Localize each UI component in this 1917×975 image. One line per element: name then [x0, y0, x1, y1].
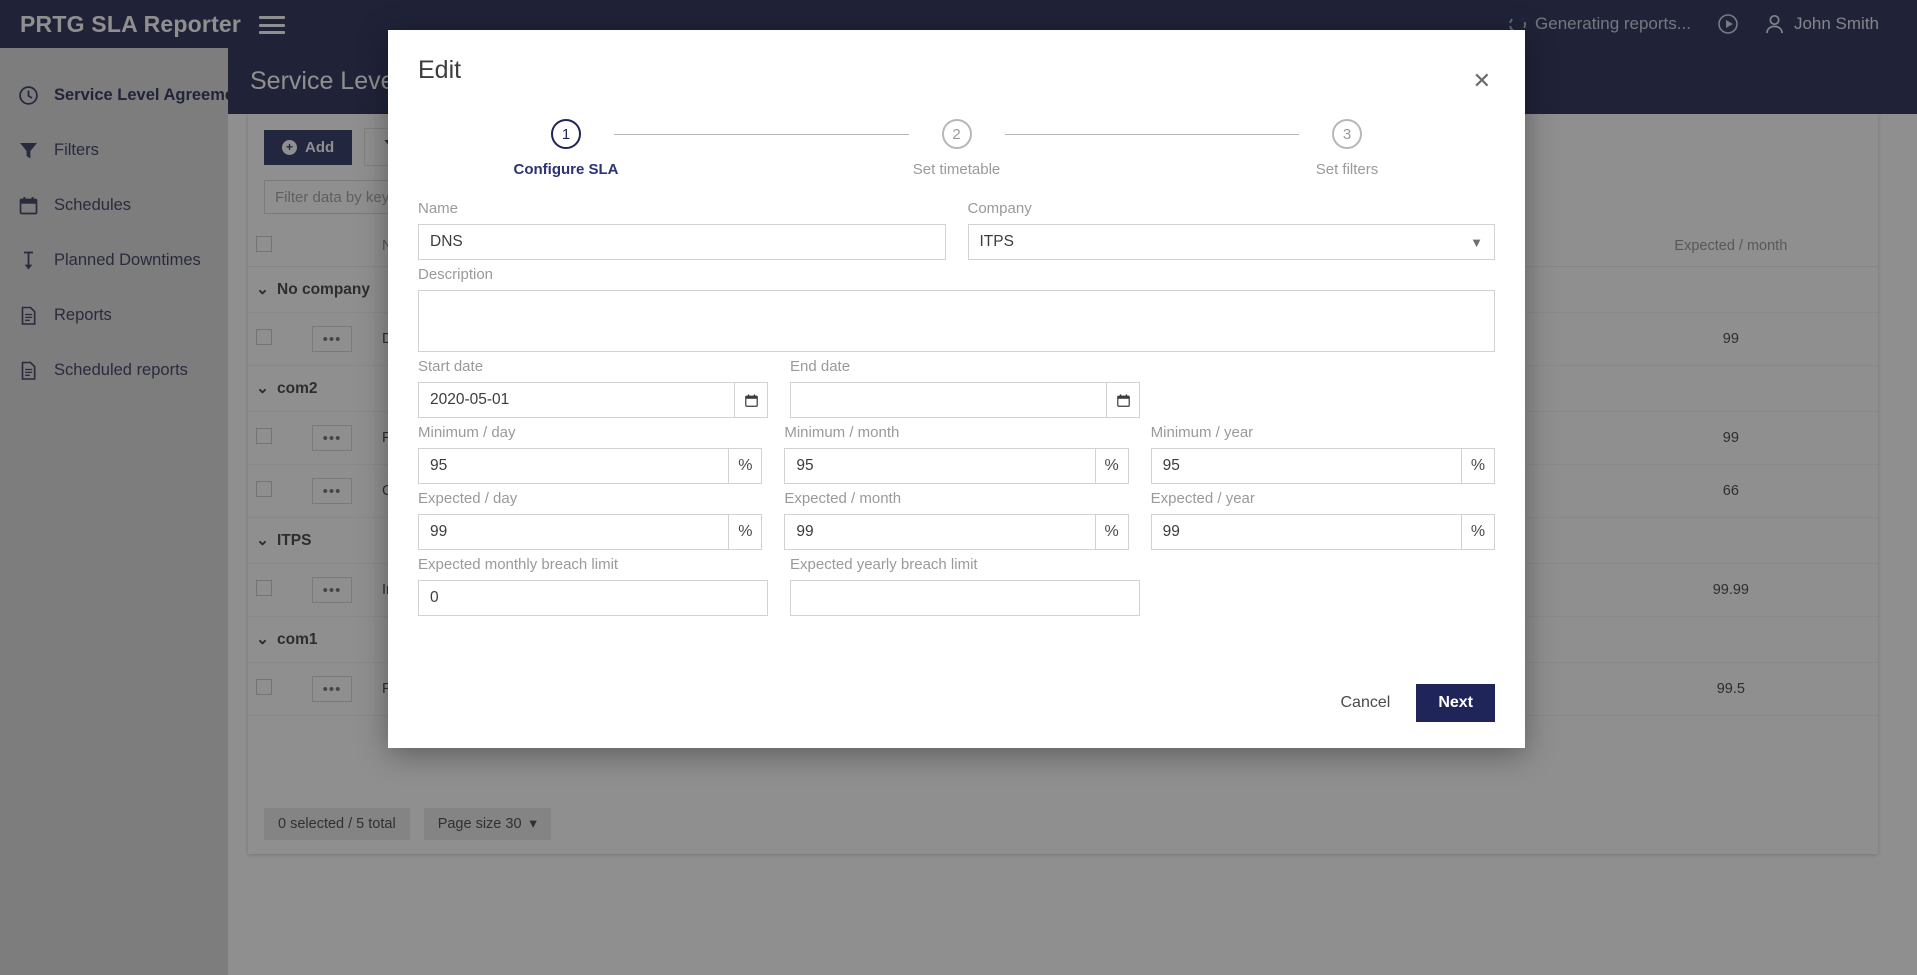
minimum-month-group: %: [784, 448, 1129, 484]
wizard-step-configure-sla[interactable]: 1 Configure SLA: [514, 119, 619, 178]
minimum-day-input[interactable]: [418, 448, 729, 484]
field-expected-month: Expected / month %: [784, 490, 1129, 550]
expected-day-label: Expected / day: [418, 490, 518, 507]
percent-icon: %: [728, 448, 763, 484]
field-description: Description: [418, 266, 1495, 352]
expected-month-group: %: [784, 514, 1129, 550]
start-date-group: [418, 382, 768, 418]
form-row-dates: Start date End date: [418, 358, 1495, 418]
yearly-breach-label: Expected yearly breach limit: [790, 556, 978, 573]
percent-icon: %: [1460, 514, 1495, 550]
modal-actions: Cancel Next: [1341, 684, 1495, 722]
name-label: Name: [418, 200, 459, 217]
expected-year-input[interactable]: [1150, 514, 1461, 550]
minimum-year-input[interactable]: [1150, 448, 1461, 484]
percent-icon: %: [1094, 448, 1129, 484]
company-selected-value: ITPS: [979, 233, 1014, 250]
field-company: Company ITPS ▼: [967, 200, 1495, 260]
step-label: Configure SLA: [513, 161, 619, 178]
percent-icon: %: [728, 514, 763, 550]
application-root: PRTG SLA Reporter Generating reports... …: [0, 0, 1917, 975]
wizard-step-set-timetable[interactable]: 2 Set timetable: [909, 119, 1005, 178]
monthly-breach-label: Expected monthly breach limit: [418, 556, 619, 573]
field-expected-day: Expected / day %: [418, 490, 763, 550]
field-minimum-month: Minimum / month %: [784, 424, 1129, 484]
start-date-label: Start date: [418, 358, 484, 375]
field-name: Name: [418, 200, 946, 260]
description-textarea[interactable]: [418, 290, 1495, 352]
field-yearly-breach-limit: Expected yearly breach limit: [790, 556, 1140, 616]
modal-title: Edit: [418, 56, 462, 84]
wizard-step-set-filters[interactable]: 3 Set filters: [1299, 119, 1395, 178]
expected-day-group: %: [418, 514, 763, 550]
field-minimum-day: Minimum / day %: [418, 424, 763, 484]
end-date-input[interactable]: [790, 382, 1106, 418]
wizard-stepper: 1 Configure SLA 2 Set timetable 3 Set fi…: [514, 119, 1395, 178]
company-select[interactable]: ITPS ▼: [967, 224, 1495, 260]
chevron-down-icon: ▼: [1470, 234, 1483, 250]
expected-year-label: Expected / year: [1150, 490, 1255, 507]
minimum-year-group: %: [1150, 448, 1495, 484]
cancel-button[interactable]: Cancel: [1341, 694, 1391, 712]
calendar-icon[interactable]: [1106, 382, 1140, 418]
step-number: 1: [551, 119, 581, 149]
end-date-label: End date: [790, 358, 851, 375]
minimum-day-label: Minimum / day: [418, 424, 516, 441]
step-connector: [1004, 134, 1299, 135]
step-number: 2: [941, 119, 972, 149]
calendar-icon[interactable]: [734, 382, 768, 418]
field-end-date: End date: [790, 358, 1140, 418]
sla-form: Name Company ITPS ▼ Description: [418, 200, 1495, 616]
name-input[interactable]: [418, 224, 946, 260]
expected-month-input[interactable]: [784, 514, 1095, 550]
form-row-breach-limits: Expected monthly breach limit Expected y…: [418, 556, 1495, 616]
end-date-group: [790, 382, 1140, 418]
step-label: Set filters: [1315, 161, 1379, 178]
company-label: Company: [967, 200, 1032, 217]
form-row-description: Description: [418, 266, 1495, 352]
step-connector: [614, 134, 909, 135]
minimum-month-input[interactable]: [784, 448, 1095, 484]
form-row-expected: Expected / day % Expected / month % Expe…: [418, 490, 1495, 550]
form-row-name-company: Name Company ITPS ▼: [418, 200, 1495, 260]
start-date-input[interactable]: [418, 382, 734, 418]
close-icon[interactable]: ✕: [1473, 70, 1491, 92]
minimum-day-group: %: [418, 448, 763, 484]
field-expected-year: Expected / year %: [1150, 490, 1495, 550]
field-monthly-breach-limit: Expected monthly breach limit: [418, 556, 768, 616]
minimum-year-label: Minimum / year: [1150, 424, 1254, 441]
step-number: 3: [1332, 119, 1362, 149]
form-row-minimum: Minimum / day % Minimum / month % Minimu…: [418, 424, 1495, 484]
expected-year-group: %: [1150, 514, 1495, 550]
expected-day-input[interactable]: [418, 514, 729, 550]
expected-month-label: Expected / month: [784, 490, 902, 507]
percent-icon: %: [1460, 448, 1495, 484]
next-button[interactable]: Next: [1416, 684, 1495, 722]
edit-sla-modal: Edit ✕ 1 Configure SLA 2 Set timetable 3…: [388, 30, 1525, 748]
description-label: Description: [418, 266, 494, 283]
monthly-breach-input[interactable]: [418, 580, 768, 616]
field-minimum-year: Minimum / year %: [1150, 424, 1495, 484]
minimum-month-label: Minimum / month: [784, 424, 900, 441]
step-label: Set timetable: [912, 161, 1001, 178]
yearly-breach-input[interactable]: [790, 580, 1140, 616]
field-start-date: Start date: [418, 358, 768, 418]
percent-icon: %: [1094, 514, 1129, 550]
